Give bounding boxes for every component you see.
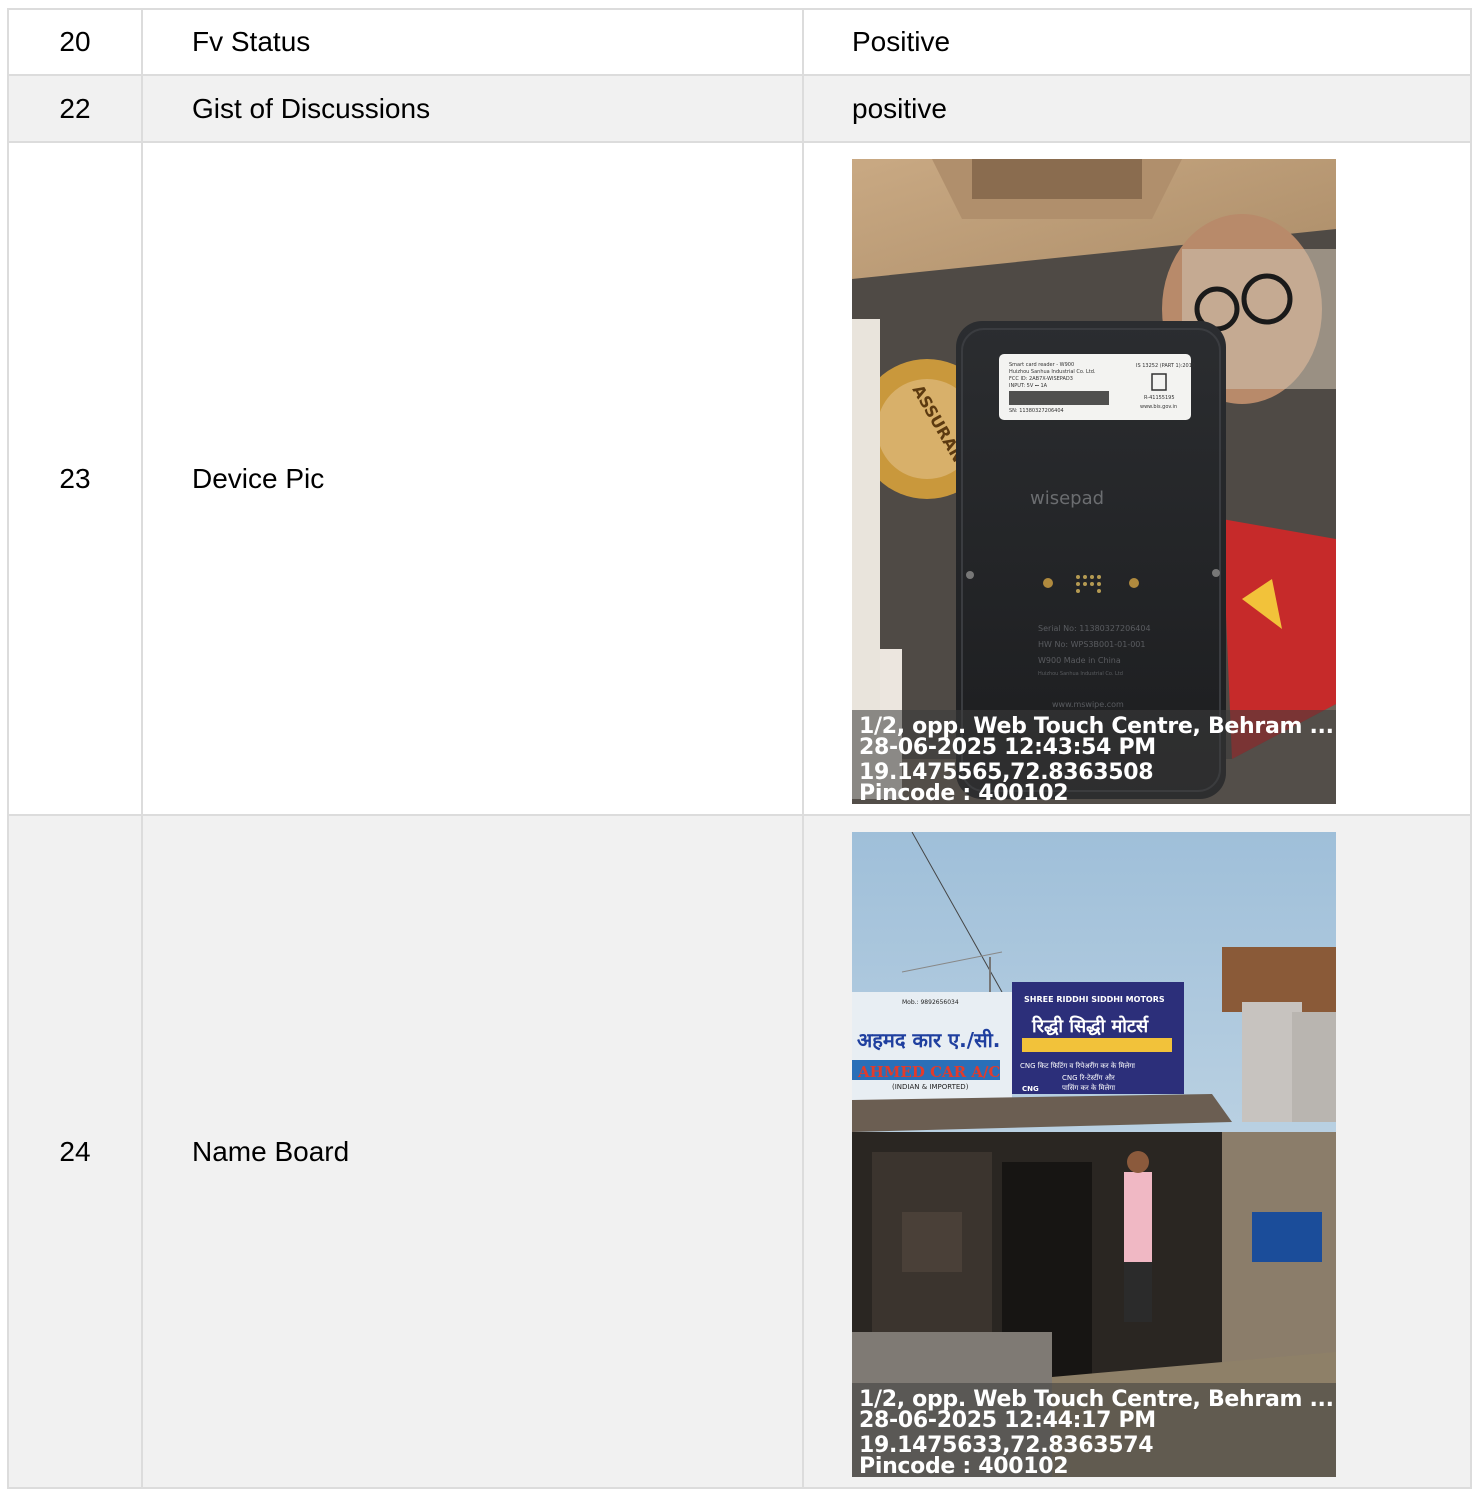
row-value: Positive xyxy=(802,8,1472,76)
svg-text:INPUT: 5V ⎓ 1A: INPUT: 5V ⎓ 1A xyxy=(1009,383,1048,389)
svg-text:(INDIAN & IMPORTED): (INDIAN & IMPORTED) xyxy=(892,1083,969,1091)
svg-text:Smart card reader - W900: Smart card reader - W900 xyxy=(1009,362,1074,368)
table-row: 24 Name Board अहमद कार ए./सी. Mob.: 9892… xyxy=(7,814,1472,1489)
row-label: Name Board xyxy=(141,814,804,1489)
svg-text:FCC ID: 2AB7X-WISEPAD3: FCC ID: 2AB7X-WISEPAD3 xyxy=(1009,376,1073,382)
svg-text:रिद्धी सिद्धी मोटर्स: रिद्धी सिद्धी मोटर्स xyxy=(1031,1015,1149,1037)
svg-text:पासिंग कर के मिलेगा: पासिंग कर के मिलेगा xyxy=(1062,1083,1115,1092)
stamp-address: 1/2, opp. Web Touch Centre, Behram ... xyxy=(859,714,1334,739)
table-row: 23 Device Pic ASSURANCE Smart card reade… xyxy=(7,141,1472,816)
row-value: ASSURANCE Smart card reader - W900 Huizh… xyxy=(802,141,1472,816)
name-board-photo-image: अहमद कार ए./सी. Mob.: 9892656034 AHMED C… xyxy=(852,832,1336,1477)
row-number: 20 xyxy=(7,8,143,76)
photo-stamp: 1/2, opp. Web Touch Centre, Behram ... 2… xyxy=(852,710,1336,804)
row-value: अहमद कार ए./सी. Mob.: 9892656034 AHMED C… xyxy=(802,814,1472,1489)
stamp-datetime: 28-06-2025 12:44:17 PM xyxy=(859,1408,1156,1433)
row-number: 24 xyxy=(7,814,143,1489)
svg-text:HW No: WPS3B001-01-001: HW No: WPS3B001-01-001 xyxy=(1038,640,1145,649)
svg-text:CNG रि-टेस्टींग और: CNG रि-टेस्टींग और xyxy=(1062,1073,1115,1082)
stamp-pincode: Pincode : 400102 xyxy=(859,781,1069,805)
row-label: Device Pic xyxy=(141,141,804,816)
stamp-coords: 19.1475633,72.8363574 xyxy=(859,1433,1154,1458)
svg-text:CNG: CNG xyxy=(1022,1085,1039,1093)
device-photo: ASSURANCE Smart card reader - W900 Huizh… xyxy=(852,159,1336,804)
row-value: positive xyxy=(802,74,1472,143)
svg-text:अहमद कार ए./सी.: अहमद कार ए./सी. xyxy=(857,1028,1000,1052)
photo-stamp: 1/2, opp. Web Touch Centre, Behram ... 2… xyxy=(852,1383,1336,1477)
device-photo-image: ASSURANCE Smart card reader - W900 Huizh… xyxy=(852,159,1336,804)
svg-text:IS 13252 (PART 1):2010: IS 13252 (PART 1):2010 xyxy=(1136,363,1195,369)
svg-text:SN: 11380327206404: SN: 11380327206404 xyxy=(1009,408,1064,414)
stamp-address: 1/2, opp. Web Touch Centre, Behram ... xyxy=(859,1387,1334,1412)
stamp-coords: 19.1475565,72.8363508 xyxy=(859,760,1154,785)
svg-text:CNG किट फिटिंग व रिपेअरींग कर: CNG किट फिटिंग व रिपेअरींग कर के मिलेगा xyxy=(1020,1061,1135,1070)
svg-text:wisepad: wisepad xyxy=(1030,488,1104,509)
svg-text:Mob.: 9892656034: Mob.: 9892656034 xyxy=(902,999,959,1006)
row-number: 23 xyxy=(7,141,143,816)
stamp-datetime: 28-06-2025 12:43:54 PM xyxy=(859,735,1156,760)
report-table: 20 Fv Status Positive 22 Gist of Discuss… xyxy=(7,8,1472,1489)
svg-text:SHREE RIDDHI SIDDHI MOTORS: SHREE RIDDHI SIDDHI MOTORS xyxy=(1024,995,1165,1004)
svg-text:Serial No: 11380327206404: Serial No: 11380327206404 xyxy=(1038,624,1151,633)
name-board-photo: अहमद कार ए./सी. Mob.: 9892656034 AHMED C… xyxy=(852,832,1336,1477)
row-label: Fv Status xyxy=(141,8,804,76)
svg-text:www.bis.gov.in: www.bis.gov.in xyxy=(1140,404,1177,410)
row-label: Gist of Discussions xyxy=(141,74,804,143)
stamp-pincode: Pincode : 400102 xyxy=(859,1454,1069,1478)
svg-text:W900 Made in China: W900 Made in China xyxy=(1038,656,1121,665)
svg-text:R-41155195: R-41155195 xyxy=(1144,395,1175,401)
svg-text:www.mswipe.com: www.mswipe.com xyxy=(1052,700,1124,709)
table-row: 22 Gist of Discussions positive xyxy=(7,74,1472,143)
row-number: 22 xyxy=(7,74,143,143)
svg-text:AHMED CAR A/C: AHMED CAR A/C xyxy=(857,1063,1000,1081)
table-row: 20 Fv Status Positive xyxy=(7,8,1472,76)
svg-text:Huizhou Sanhua Industrial Co.: Huizhou Sanhua Industrial Co. Ltd. xyxy=(1009,369,1096,375)
svg-text:Huizhou Sanhua Industrial Co.: Huizhou Sanhua Industrial Co. Ltd xyxy=(1038,671,1123,677)
